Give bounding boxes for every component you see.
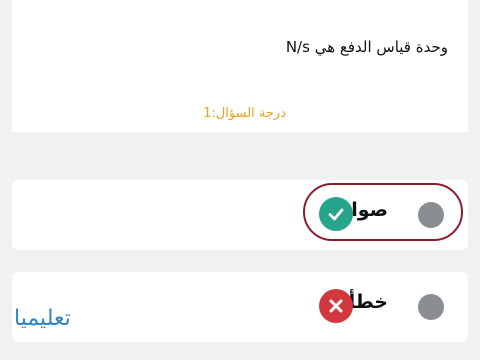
radio-button-false[interactable] bbox=[418, 294, 444, 320]
question-text: وحدة قياس الدفع هي N/s bbox=[285, 38, 448, 56]
radio-button-true[interactable] bbox=[418, 202, 444, 228]
option-false-label: خطأ bbox=[348, 291, 388, 313]
option-true[interactable]: صواب bbox=[12, 180, 468, 250]
option-false[interactable]: خطأ bbox=[12, 272, 468, 342]
question-grade: درجة السؤال:1 bbox=[203, 106, 286, 121]
cross-icon bbox=[319, 289, 353, 323]
instructions-link[interactable]: تعليميا bbox=[14, 306, 71, 331]
question-card: وحدة قياس الدفع هي N/s درجة السؤال:1 bbox=[12, 0, 468, 132]
check-icon bbox=[319, 197, 353, 231]
